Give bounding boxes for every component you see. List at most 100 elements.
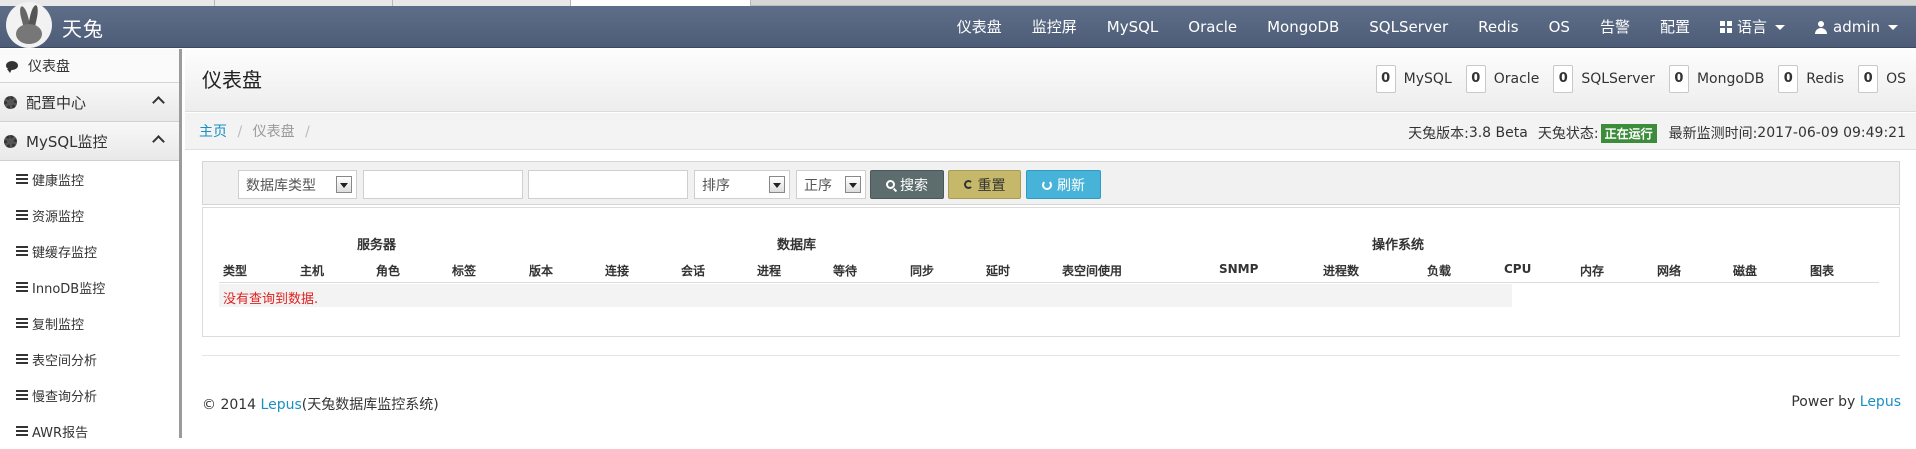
host-input[interactable] xyxy=(363,170,523,199)
nav-oracle[interactable]: Oracle xyxy=(1173,6,1252,48)
sidebar-section-label: 配置中心 xyxy=(26,93,87,112)
reset-button[interactable]: 重置 xyxy=(948,170,1021,199)
language-dropdown[interactable]: 语言 xyxy=(1705,6,1800,48)
sidebar-item-label: 复制监控 xyxy=(32,317,85,333)
sidebar-item-label: 仪表盘 xyxy=(28,58,70,75)
refresh-button[interactable]: 刷新 xyxy=(1026,170,1101,199)
sidebar-item-label: 健康监控 xyxy=(32,173,85,189)
page-header: 仪表盘 0 MySQL 0 Oracle 0 SQLServer 0 Mongo… xyxy=(185,49,1916,112)
list-icon xyxy=(16,426,28,436)
sidebar-item-key-cache[interactable]: 键缓存监控 xyxy=(0,233,179,269)
column-header[interactable]: 类型 xyxy=(223,262,247,279)
nav-alarm[interactable]: 告警 xyxy=(1585,6,1645,48)
order-selected: 正序 xyxy=(804,177,832,194)
stat-label: Oracle xyxy=(1493,71,1540,87)
sidebar-item-label: InnoDB监控 xyxy=(32,281,106,297)
nav-os[interactable]: OS xyxy=(1534,6,1585,48)
column-header[interactable]: CPU xyxy=(1504,262,1531,276)
stat-os: 0 OS xyxy=(1858,65,1906,93)
version-label: 天兔版本: xyxy=(1408,126,1469,142)
sidebar-item-dashboard[interactable]: 仪表盘 xyxy=(0,49,179,83)
column-header[interactable]: 网络 xyxy=(1657,262,1681,279)
tags-input[interactable] xyxy=(528,170,688,199)
column-header[interactable]: 负载 xyxy=(1427,262,1451,279)
column-header[interactable]: 内存 xyxy=(1580,262,1604,279)
gears-icon xyxy=(4,134,17,148)
status-badge: 正在运行 xyxy=(1600,123,1657,143)
column-header[interactable]: 延时 xyxy=(986,262,1010,279)
column-header[interactable]: 标签 xyxy=(452,262,476,279)
table-empty-row: 没有查询到数据. xyxy=(219,284,1512,307)
sidebar-item-resource[interactable]: 资源监控 xyxy=(0,197,179,233)
nav-sqlserver[interactable]: SQLServer xyxy=(1354,6,1463,48)
empty-message: 没有查询到数据. xyxy=(223,292,319,307)
nav-monitor-screen[interactable]: 监控屏 xyxy=(1017,6,1092,48)
sidebar-item-health[interactable]: 健康监控 xyxy=(0,161,179,197)
stat-label: OS xyxy=(1886,71,1906,87)
column-header[interactable]: 主机 xyxy=(300,262,324,279)
column-header[interactable]: 同步 xyxy=(910,262,934,279)
column-header[interactable]: SNMP xyxy=(1219,262,1258,276)
filter-toolbar: 数据库类型 排序 正序 搜索 重置 刷新 xyxy=(202,161,1900,205)
sidebar-item-awr[interactable]: AWR报告 xyxy=(0,413,179,449)
sidebar-item-replication[interactable]: 复制监控 xyxy=(0,305,179,341)
version-value: 3.8 Beta xyxy=(1468,125,1528,141)
list-icon xyxy=(16,354,28,364)
power-by-text: Power by xyxy=(1791,394,1860,410)
stat-label: MySQL xyxy=(1403,71,1452,87)
nav-redis[interactable]: Redis xyxy=(1463,6,1533,48)
nav-mysql[interactable]: MySQL xyxy=(1092,6,1174,48)
column-header[interactable]: 进程 xyxy=(757,262,781,279)
last-check-label: 最新监测时间: xyxy=(1668,126,1758,142)
nav-mongodb[interactable]: MongoDB xyxy=(1252,6,1354,48)
rabbit-logo-icon xyxy=(6,2,52,48)
brand[interactable]: 天兔 xyxy=(6,2,104,48)
column-header[interactable]: 会话 xyxy=(681,262,705,279)
top-navbar: 天兔 仪表盘 监控屏 MySQL Oracle MongoDB SQLServe… xyxy=(0,2,1916,48)
stat-count: 0 xyxy=(1778,65,1799,93)
sort-selected: 排序 xyxy=(702,177,730,194)
db-type-select[interactable]: 数据库类型 xyxy=(238,170,357,199)
stat-sqlserver: 0 SQLServer xyxy=(1553,65,1655,93)
list-icon xyxy=(16,246,28,256)
stat-label: MongoDB xyxy=(1696,71,1765,87)
order-select[interactable]: 正序 xyxy=(796,170,866,199)
sidebar-section-mysql-monitor[interactable]: MySQL监控 xyxy=(0,122,179,161)
group-header-os: 操作系统 xyxy=(1372,238,1425,253)
column-header[interactable]: 角色 xyxy=(376,262,400,279)
search-button[interactable]: 搜索 xyxy=(870,170,944,199)
app-name: 天兔 xyxy=(62,16,104,41)
sidebar-section-config-center[interactable]: 配置中心 xyxy=(0,83,179,122)
column-header[interactable]: 版本 xyxy=(529,262,553,279)
last-check-time: 2017-06-09 09:49:21 xyxy=(1757,125,1906,141)
footer-lepus-link[interactable]: Lepus xyxy=(261,397,302,413)
sort-select[interactable]: 排序 xyxy=(694,170,790,199)
list-icon xyxy=(16,390,28,400)
sidebar-item-slow-query[interactable]: 慢查询分析 xyxy=(0,377,179,413)
nav-config[interactable]: 配置 xyxy=(1645,6,1705,48)
sidebar-item-innodb[interactable]: InnoDB监控 xyxy=(0,269,179,305)
column-header[interactable]: 连接 xyxy=(605,262,629,279)
comment-icon xyxy=(6,61,18,73)
breadcrumb-current: 仪表盘 xyxy=(252,124,295,140)
reset-button-label: 重置 xyxy=(977,177,1006,194)
power-by-lepus-link[interactable]: Lepus xyxy=(1860,394,1901,410)
footer-copyright: © 2014 Lepus(天兔数据库监控系统) xyxy=(202,394,439,414)
stat-redis: 0 Redis xyxy=(1778,65,1844,93)
column-header[interactable]: 表空间使用 xyxy=(1062,262,1122,279)
sidebar-item-tablespace[interactable]: 表空间分析 xyxy=(0,341,179,377)
column-header[interactable]: 磁盘 xyxy=(1733,262,1757,279)
instances-table: 服务器 数据库 操作系统 类型 主机 角色 标签 版本 连接 会话 进程 等待 … xyxy=(202,207,1900,337)
column-header[interactable]: 等待 xyxy=(833,262,857,279)
nav-dashboard[interactable]: 仪表盘 xyxy=(942,6,1017,48)
user-dropdown[interactable]: admin xyxy=(1800,6,1916,48)
dropdown-arrow-icon xyxy=(336,176,352,193)
status-label: 天兔状态: xyxy=(1537,126,1599,142)
refresh-icon xyxy=(1042,179,1052,190)
language-label: 语言 xyxy=(1736,18,1767,36)
column-header[interactable]: 进程数 xyxy=(1323,262,1359,279)
column-header[interactable]: 图表 xyxy=(1810,262,1834,279)
list-icon xyxy=(16,210,28,220)
sidebar-section-label: MySQL监控 xyxy=(26,132,108,151)
breadcrumb-home[interactable]: 主页 xyxy=(199,124,227,140)
